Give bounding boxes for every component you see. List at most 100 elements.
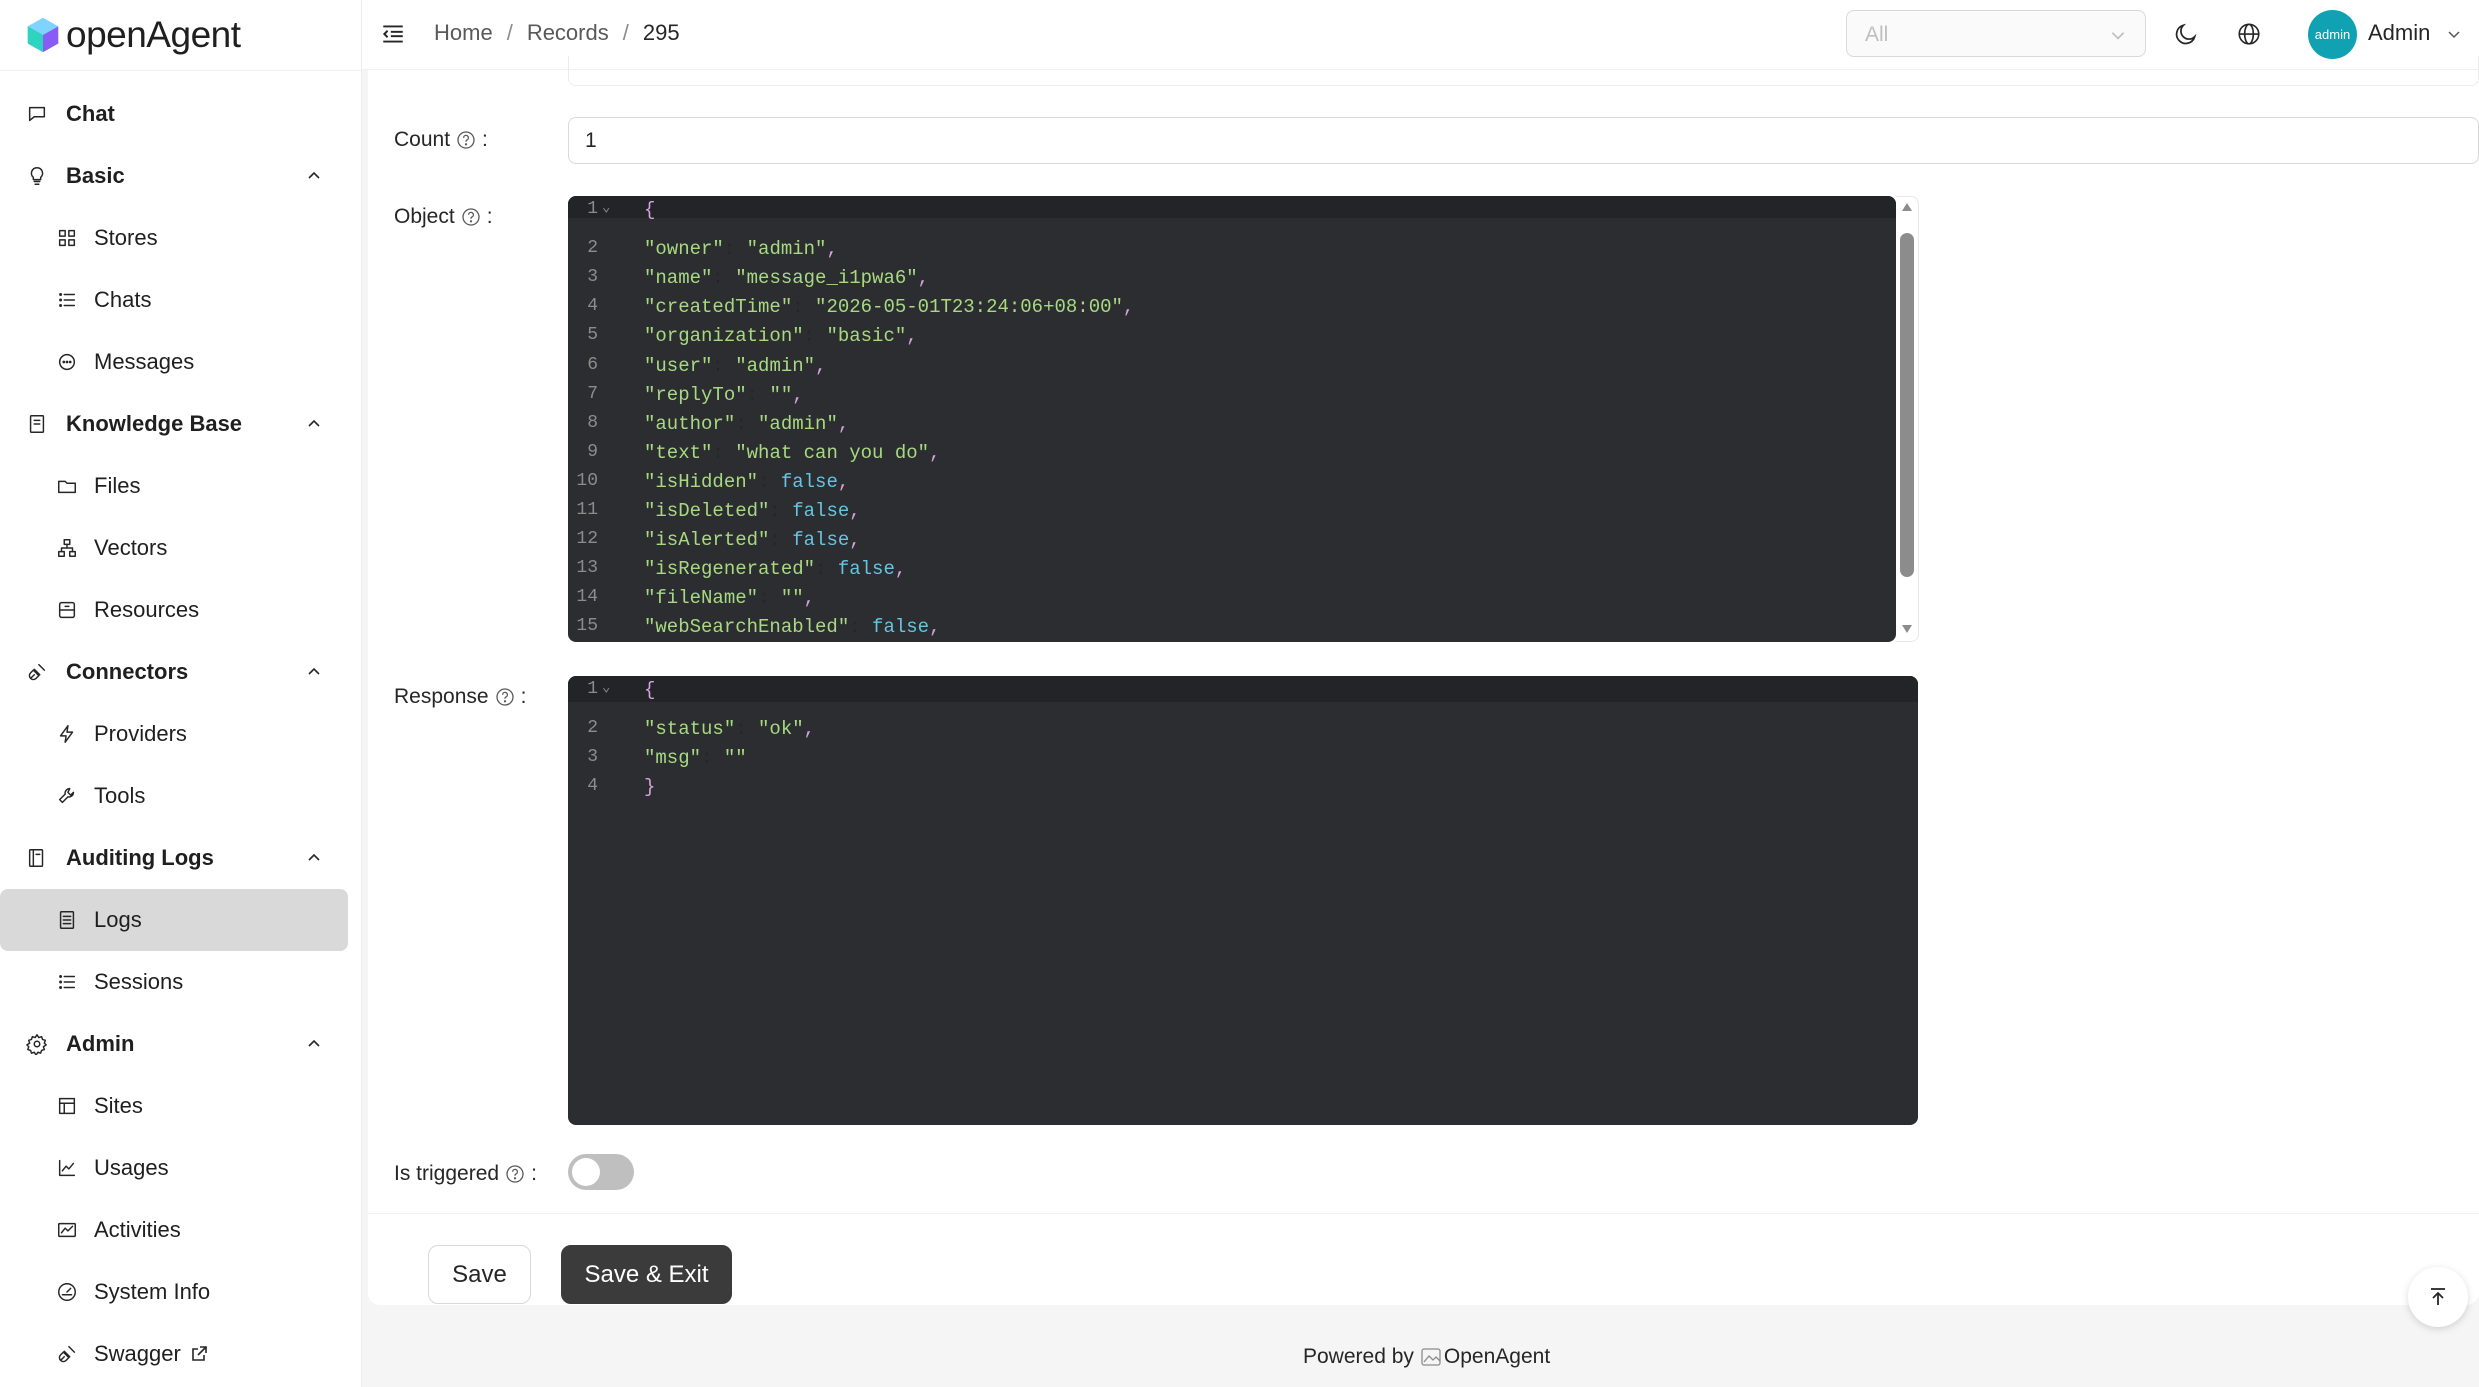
code-token: :	[849, 616, 873, 639]
question-circle-icon[interactable]	[495, 687, 515, 707]
code-token: ,	[837, 412, 850, 435]
line-number: 4	[587, 776, 598, 797]
code-token: "owner"	[644, 238, 724, 261]
footer-brand[interactable]: OpenAgent	[1444, 1345, 1550, 1369]
code-token: ,	[815, 354, 827, 377]
line-number: 2	[587, 718, 598, 739]
sidebar-item-chat[interactable]: Chat	[0, 83, 362, 145]
code-text: "isAlerted": false,	[644, 529, 861, 551]
line-number: 11	[576, 500, 598, 520]
user-name[interactable]: Admin	[2368, 20, 2430, 46]
log-icon	[59, 911, 75, 929]
scroll-down-icon[interactable]	[1900, 623, 1914, 635]
line-number: 15	[576, 616, 598, 637]
object-json-editor[interactable]: 1 ⌄ {2 "owner": "admin", 3 "name": "message_i…	[568, 196, 1896, 642]
truncated-input[interactable]	[568, 56, 2479, 86]
object-label: Object :	[394, 205, 493, 228]
list-icon	[59, 975, 76, 989]
switch-knob	[572, 1158, 600, 1186]
sidebar-item-label: Providers	[94, 721, 187, 746]
sidebar-item-basic[interactable]: Basic	[0, 145, 362, 207]
code-token: ,	[803, 718, 816, 741]
sidebar-item-label: Basic	[66, 163, 125, 188]
moon-icon[interactable]	[2173, 21, 2199, 47]
app-logo[interactable]: openAgent	[24, 10, 241, 60]
sidebar-item-system-info[interactable]: System Info	[0, 1261, 362, 1323]
code-token: ,	[917, 267, 930, 290]
chevron-up-icon	[308, 419, 320, 427]
breadcrumb-separator: /	[622, 20, 629, 45]
globe-icon[interactable]	[2236, 21, 2262, 47]
sidebar-item-admin[interactable]: Admin	[0, 1013, 362, 1075]
question-circle-icon[interactable]	[505, 1164, 525, 1184]
chevron-down-icon[interactable]	[2446, 26, 2462, 42]
code-token: "organization"	[644, 325, 804, 348]
organization-select[interactable]: All	[1846, 10, 2146, 57]
sidebar-item-label: Admin	[66, 1031, 135, 1056]
sidebar-item-label: Sites	[94, 1093, 143, 1118]
sidebar-item-label: Connectors	[66, 659, 189, 684]
fold-chevron-icon[interactable]: ⌄	[602, 679, 610, 696]
code-token: false	[780, 470, 838, 493]
code-token: "isRegenerated"	[644, 558, 816, 581]
line-number: 3	[587, 267, 598, 288]
sidebar-item-sites[interactable]: Sites	[0, 1075, 362, 1137]
question-circle-icon[interactable]	[456, 130, 476, 150]
response-label: Response :	[394, 685, 527, 708]
sidebar-item-swagger[interactable]: Swagger	[0, 1323, 362, 1385]
code-token: "isAlerted"	[644, 529, 770, 552]
sidebar-item-auditing-logs[interactable]: Auditing Logs	[0, 827, 362, 889]
save-button[interactable]: Save	[428, 1245, 531, 1304]
sidebar-item-files[interactable]: Files	[0, 455, 362, 517]
folder-icon	[58, 480, 76, 494]
save-and-exit-button[interactable]: Save & Exit	[561, 1245, 732, 1304]
activity-icon	[58, 1222, 76, 1238]
lightbulb-icon	[30, 167, 44, 185]
book-icon	[29, 415, 45, 433]
sidebar-item-tools[interactable]: Tools	[0, 765, 362, 827]
menu-fold-icon[interactable]	[380, 21, 406, 47]
sidebar-item-label: Tools	[94, 783, 146, 808]
sidebar-item-resources[interactable]: Resources	[0, 579, 362, 641]
record-edit-card: Count : Object : 1⌄{2"owner": "admin",3"…	[368, 56, 2479, 1305]
is-triggered-switch[interactable]	[568, 1154, 634, 1190]
avatar[interactable]: admin	[2308, 10, 2357, 59]
response-json-editor[interactable]: 1 ⌄ {2 "status": "ok", 3 "msg": "" 4}	[568, 676, 1918, 1125]
divider	[0, 70, 362, 71]
sidebar-item-logs[interactable]: Logs	[0, 889, 348, 951]
code-token: ,	[803, 587, 816, 610]
line-number: 1	[587, 679, 598, 699]
sidebar-item-usages[interactable]: Usages	[0, 1137, 362, 1199]
code-text: {	[644, 199, 655, 221]
fold-chevron-icon[interactable]: ⌄	[602, 199, 610, 216]
breadcrumb-records[interactable]: Records	[527, 20, 609, 46]
sidebar-item-knowledge-base[interactable]: Knowledge Base	[0, 393, 362, 455]
question-circle-icon[interactable]	[461, 207, 481, 227]
count-input[interactable]	[568, 117, 2479, 164]
logo-icon	[27, 17, 59, 53]
chevron-up-icon	[308, 667, 320, 675]
breadcrumb-home[interactable]: Home	[434, 20, 493, 46]
code-token: "message_i1pwa6"	[735, 267, 918, 290]
scrollbar-thumb[interactable]	[1900, 233, 1914, 577]
bolt-icon	[59, 725, 74, 743]
scroll-up-icon[interactable]	[1900, 201, 1914, 213]
sidebar-item-chats[interactable]: Chats	[0, 269, 362, 331]
footer-prefix: Powered by	[1303, 1345, 1414, 1368]
sidebar-item-providers[interactable]: Providers	[0, 703, 362, 765]
code-text: "user": "admin",	[644, 355, 826, 377]
sidebar-item-activities[interactable]: Activities	[0, 1199, 362, 1261]
code-token: "isDeleted"	[644, 500, 770, 522]
chevron-down-icon	[2111, 32, 2125, 40]
code-token: :	[712, 354, 736, 377]
code-text: "text": "what can you do",	[644, 442, 940, 464]
sidebar-item-vectors[interactable]: Vectors	[0, 517, 362, 579]
back-to-top-button[interactable]	[2408, 1267, 2468, 1327]
sidebar-item-sessions[interactable]: Sessions	[0, 951, 362, 1013]
sidebar-item-messages[interactable]: Messages	[0, 331, 362, 393]
sidebar-item-stores[interactable]: Stores	[0, 207, 362, 269]
list-icon	[59, 293, 76, 307]
sidebar-item-connectors[interactable]: Connectors	[0, 641, 362, 703]
line-number: 4	[587, 296, 598, 317]
code-token: :	[712, 441, 736, 464]
